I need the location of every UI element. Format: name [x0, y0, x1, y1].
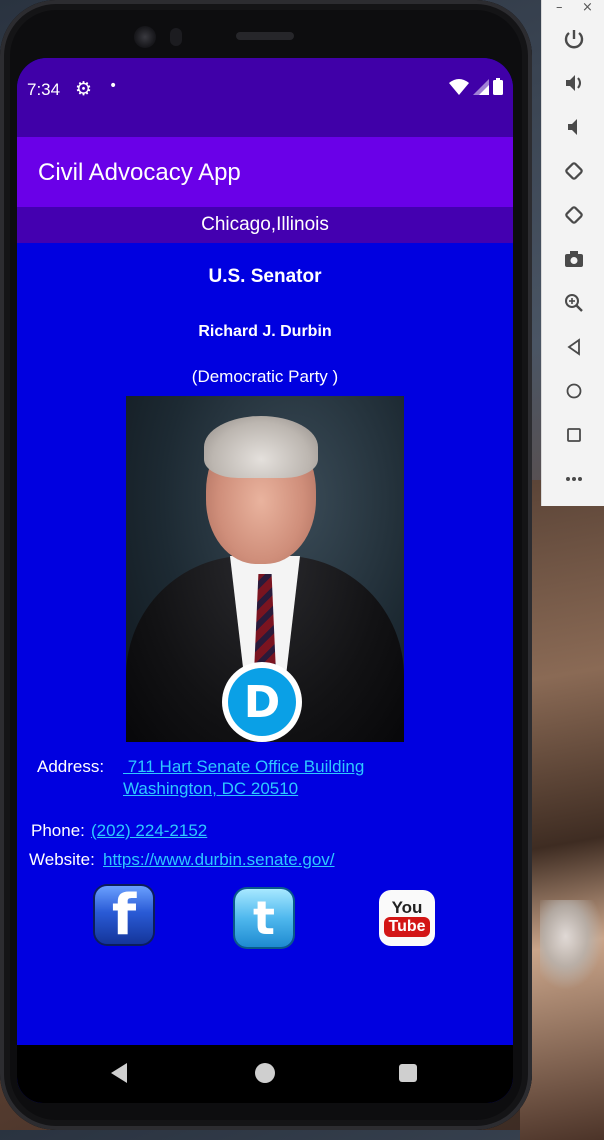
signal-icon	[473, 78, 489, 95]
notification-dot-icon: •	[109, 78, 118, 94]
youtube-you-text: You	[391, 898, 423, 917]
address-label: Address:	[37, 757, 105, 776]
more-icon[interactable]	[542, 466, 604, 493]
address-line1-link[interactable]: 711 Hart Senate Office Building	[123, 757, 365, 777]
twitter-icon[interactable]: t	[235, 889, 293, 947]
minimize-window-button[interactable]: –	[556, 0, 563, 15]
facebook-glyph: f	[111, 883, 137, 948]
app-bar: Civil Advocacy App	[17, 137, 513, 207]
home-icon[interactable]	[542, 380, 604, 407]
earpiece-speaker	[236, 32, 294, 40]
rotate-left-icon[interactable]	[542, 160, 604, 187]
power-icon[interactable]	[542, 28, 604, 55]
volume-down-icon[interactable]	[542, 116, 604, 143]
photo-hair	[204, 416, 318, 478]
navigation-bar	[17, 1045, 513, 1103]
democratic-party-logo-icon[interactable]: D	[222, 662, 302, 742]
close-window-button[interactable]: ×	[582, 0, 593, 15]
website-label: Website:	[29, 850, 95, 869]
nav-back-icon[interactable]	[111, 1063, 127, 1083]
phone-link[interactable]: (202) 224-2152	[91, 821, 207, 841]
wifi-icon	[449, 78, 469, 95]
official-name: Richard J. Durbin	[198, 323, 332, 340]
background-mountain	[520, 480, 604, 1140]
status-icons	[449, 78, 503, 95]
phone-frame: 7:34 ⚙ • Civil Advocacy App Chicago,Illi…	[0, 0, 532, 1130]
zoom-icon[interactable]	[542, 292, 604, 319]
nav-recents-icon[interactable]	[399, 1064, 417, 1082]
location-label: Chicago,Illinois	[17, 207, 513, 243]
official-photo: D	[126, 396, 404, 742]
website-link[interactable]: https://www.durbin.senate.gov/	[103, 850, 335, 870]
facebook-icon[interactable]: f	[95, 886, 153, 944]
official-party: (Democratic Party )	[191, 367, 339, 386]
status-time: 7:34	[27, 80, 61, 99]
twitter-glyph: t	[253, 891, 275, 945]
gear-icon: ⚙	[75, 78, 93, 100]
status-bar: 7:34 ⚙ •	[17, 58, 513, 137]
back-icon[interactable]	[542, 336, 604, 363]
front-camera	[134, 26, 156, 48]
nav-home-icon[interactable]	[255, 1063, 275, 1083]
office-title: U.S. Senator	[208, 266, 322, 287]
party-logo-letter: D	[243, 676, 281, 728]
emulator-side-panel: – ×	[541, 0, 604, 506]
background-snow	[540, 900, 604, 990]
phone-label: Phone:	[31, 821, 85, 840]
overview-icon[interactable]	[542, 424, 604, 451]
party-logo-ring: D	[228, 668, 296, 736]
address-line2-link[interactable]: Washington, DC 20510	[123, 779, 298, 799]
device-screen: 7:34 ⚙ • Civil Advocacy App Chicago,Illi…	[17, 58, 513, 1103]
camera-icon[interactable]	[542, 248, 604, 275]
battery-icon	[493, 78, 503, 95]
rotate-right-icon[interactable]	[542, 204, 604, 231]
youtube-tube-text: Tube	[384, 917, 430, 937]
proximity-sensor	[170, 28, 182, 46]
app-title: Civil Advocacy App	[38, 159, 241, 186]
youtube-icon[interactable]: You Tube	[379, 890, 435, 946]
volume-up-icon[interactable]	[542, 72, 604, 99]
